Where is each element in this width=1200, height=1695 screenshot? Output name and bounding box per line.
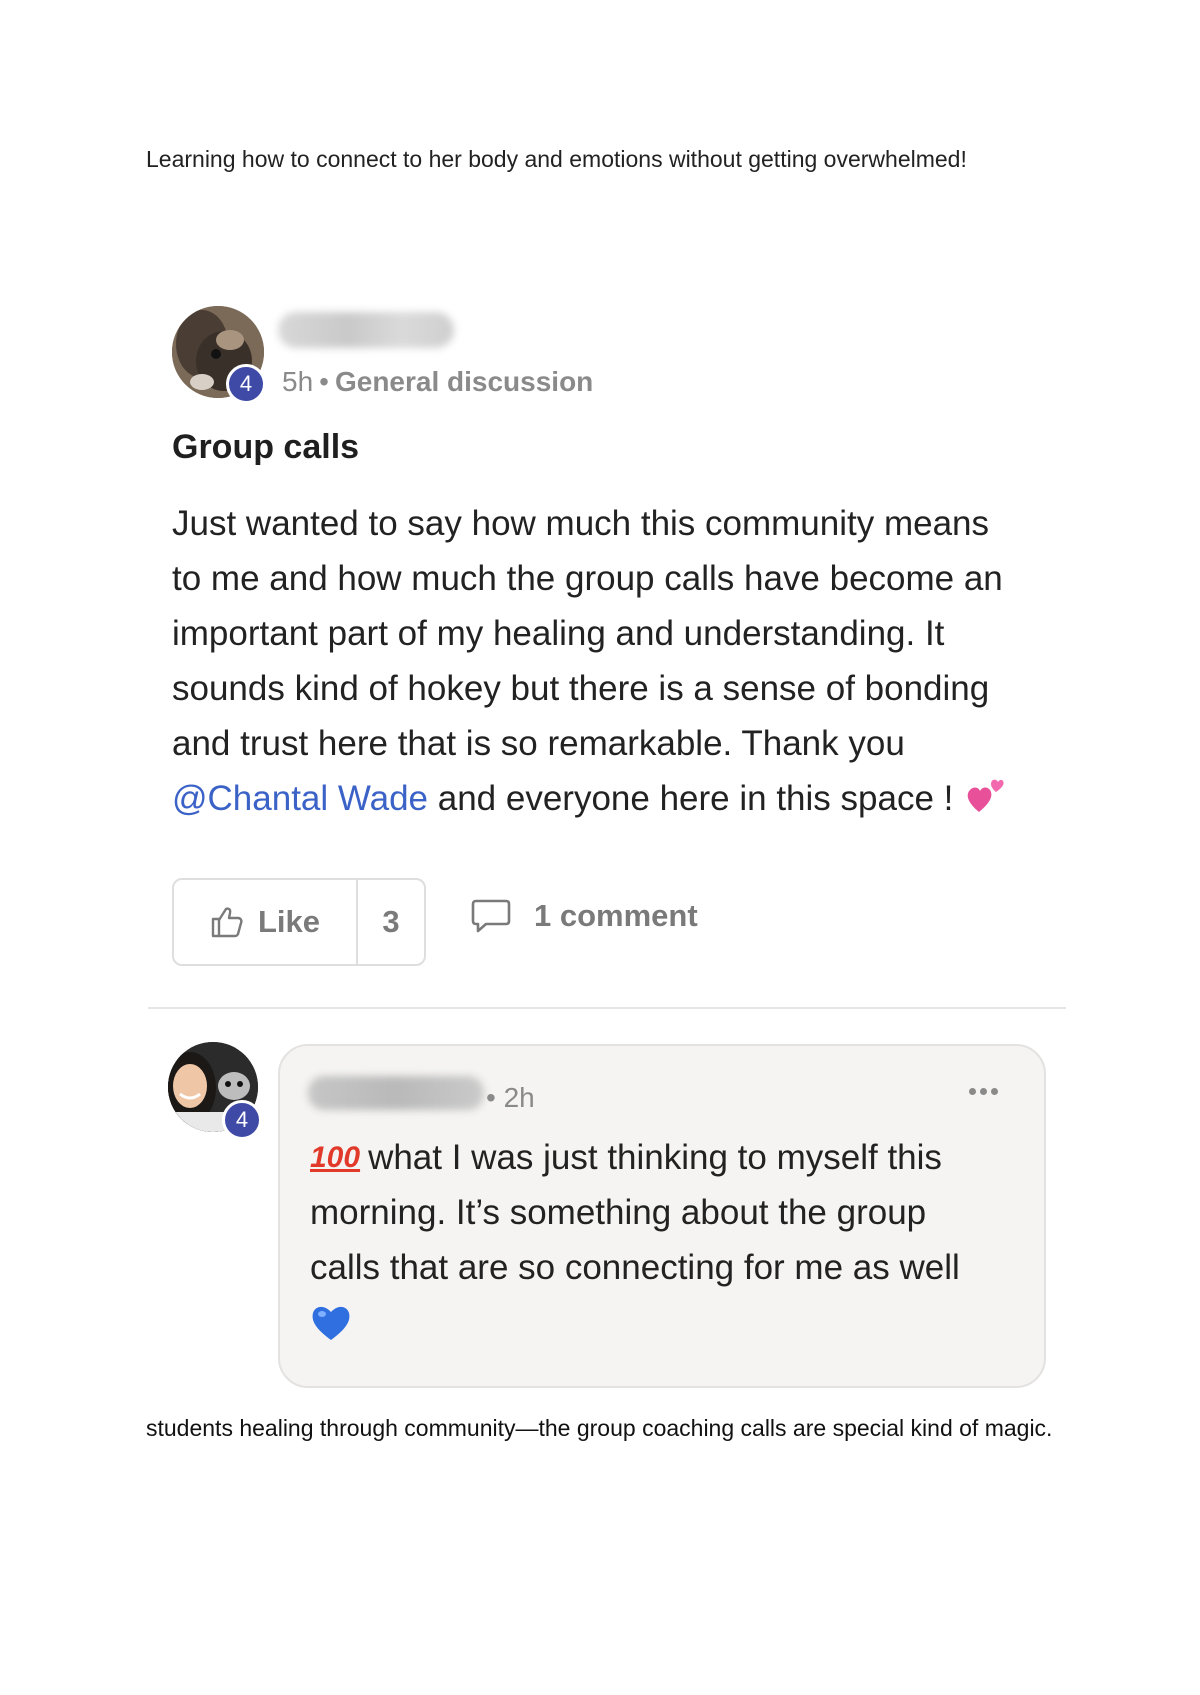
commenter-level-badge: 4 — [222, 1100, 262, 1140]
comment-button[interactable]: 1 comment — [470, 898, 698, 934]
comment-body-text: what I was just thinking to myself this — [368, 1138, 942, 1177]
post-time: 5h — [282, 366, 314, 397]
post-body-line: to me and how much the group calls have … — [172, 559, 1003, 598]
post-body-line: and trust here that is so remarkable. Th… — [172, 724, 905, 763]
more-options-button[interactable] — [969, 1088, 998, 1095]
commenter-name-blurred[interactable] — [308, 1076, 484, 1110]
mention-link[interactable]: @Chantal Wade — [172, 779, 428, 818]
bottom-caption: students healing through community—the g… — [146, 1415, 1053, 1441]
post-category-link[interactable]: General discussion — [335, 366, 593, 397]
post-title: Group calls — [172, 428, 360, 466]
post-level-badge: 4 — [226, 364, 266, 404]
comment-body-first-line: 100 what I was just thinking to myself th… — [310, 1130, 1030, 1185]
like-count[interactable]: 3 — [358, 880, 424, 964]
comment-bubble-icon — [471, 899, 511, 933]
blue-heart-emoji-icon — [312, 1306, 350, 1340]
post-body-line: Just wanted to say how much this communi… — [172, 504, 990, 543]
comment-heart-line — [310, 1295, 1030, 1350]
top-caption: Learning how to connect to her body and … — [146, 146, 967, 172]
hundred-points-emoji-icon: 100 — [310, 1141, 361, 1174]
post-body-line: important part of my healing and underst… — [172, 614, 945, 653]
thumbs-up-icon — [211, 907, 243, 938]
comment-body-line: calls that are so connecting for me as w… — [310, 1248, 960, 1287]
post-body: Just wanted to say how much this communi… — [172, 496, 1052, 826]
like-label: Like — [257, 904, 321, 939]
divider — [148, 1007, 1066, 1009]
post-body-last-line: @Chantal Wade and everyone here in this … — [172, 771, 1052, 826]
pink-hearts-emoji-icon — [967, 779, 1004, 812]
like-button[interactable]: Like — [174, 880, 358, 964]
comment-time: • 2h — [486, 1082, 535, 1113]
post-meta: 5h • General discussion — [282, 366, 593, 398]
comment-count-label: 1 comment — [534, 898, 698, 933]
like-group: Like 3 — [172, 878, 426, 966]
post-body-line: sounds kind of hokey but there is a sens… — [172, 669, 990, 708]
more-dot-icon — [969, 1088, 976, 1095]
comment-body: 100 what I was just thinking to myself th… — [310, 1130, 1030, 1350]
more-dot-icon — [991, 1088, 998, 1095]
meta-separator: • — [319, 366, 329, 397]
comment-body-line: morning. It’s something about the group — [310, 1193, 927, 1232]
comment-card: • 2h 100 what I was just thinking to myse… — [278, 1044, 1046, 1388]
post-author-name-blurred[interactable] — [278, 312, 454, 348]
more-dot-icon — [980, 1088, 987, 1095]
post-body-last-text: and everyone here in this space ! — [428, 779, 964, 818]
